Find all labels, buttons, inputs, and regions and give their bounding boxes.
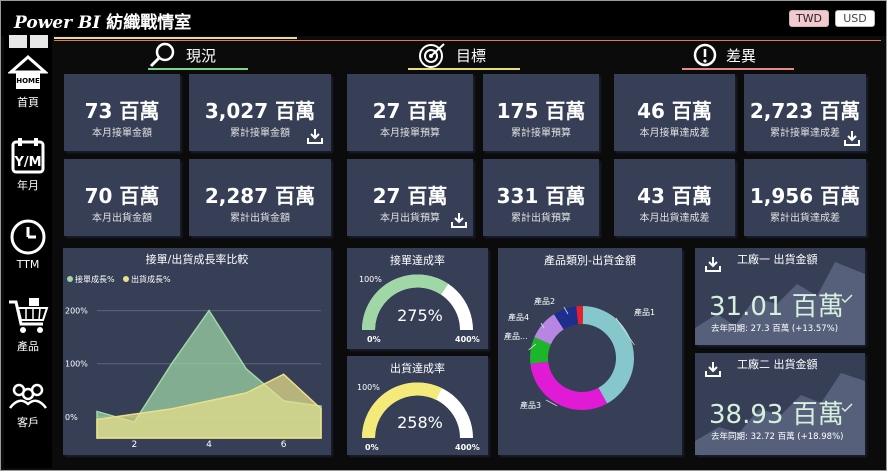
dashboard-root: Power BI 紡織戰情室 TWD USD HOME 首頁 Y/M 年月 TT…: [0, 0, 887, 471]
outer-frame: [0, 0, 887, 471]
